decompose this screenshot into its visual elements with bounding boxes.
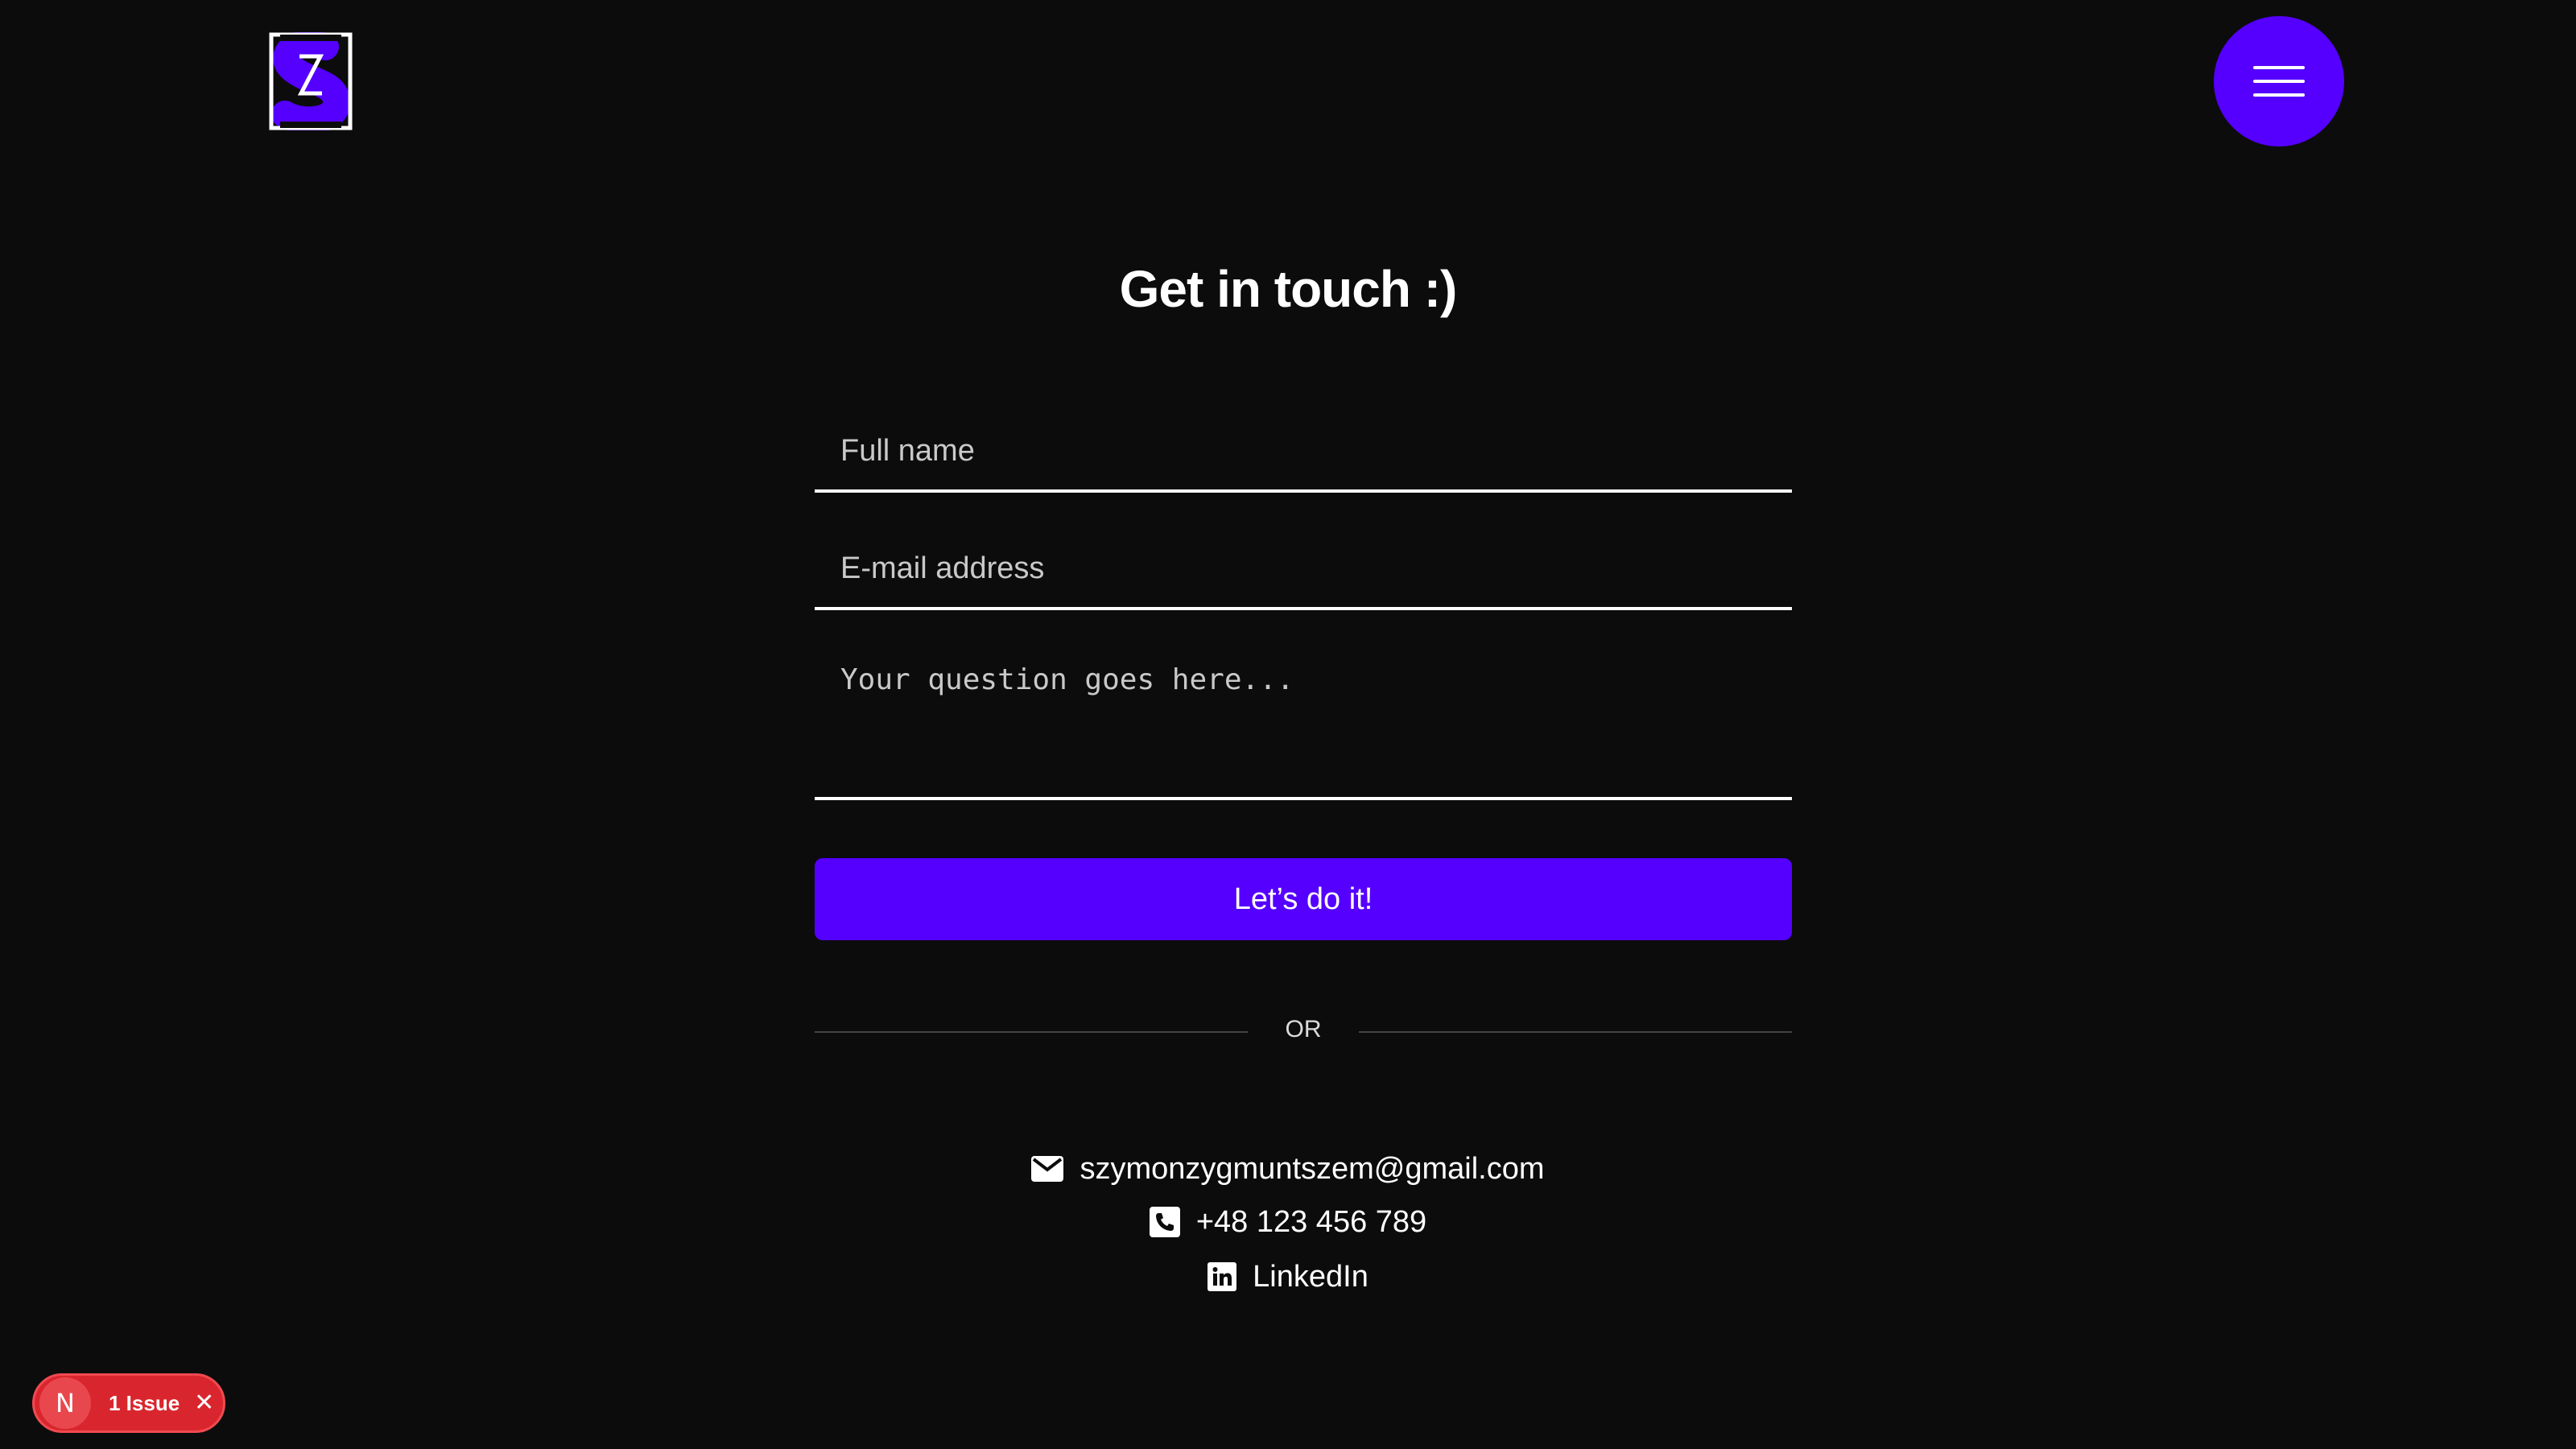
contact-linkedin-link[interactable]: LinkedIn [0,1256,2576,1298]
site-logo[interactable] [269,30,353,134]
submit-button[interactable]: Let’s do it! [815,858,1792,940]
issues-badge[interactable]: N 1 Issue ✕ [32,1373,225,1433]
contact-email-text: szymonzygmuntszem@gmail.com [1080,1151,1545,1186]
contact-email-link[interactable]: szymonzygmuntszem@gmail.com [0,1148,2576,1190]
hamburger-menu-icon-bar [2253,93,2305,97]
nextjs-logo-icon: N [39,1377,91,1429]
issues-count-label: 1 Issue [109,1390,180,1415]
contact-phone-text: +48 123 456 789 [1195,1204,1427,1239]
contact-phone-link[interactable]: +48 123 456 789 [0,1201,2576,1243]
hamburger-menu-icon [2253,66,2305,69]
linkedin-icon [1208,1262,1237,1291]
page-title: Get in touch :) [1119,260,1458,318]
email-input[interactable] [815,530,1792,610]
full-name-input[interactable] [815,412,1792,493]
divider-line-right [1359,1031,1792,1033]
phone-icon [1149,1207,1180,1237]
hamburger-menu-icon-bar [2253,80,2305,83]
divider-line-left [815,1031,1248,1033]
or-divider-label: OR [1285,1016,1322,1042]
question-textarea[interactable] [815,644,1792,800]
contact-linkedin-text: LinkedIn [1253,1259,1368,1294]
menu-button[interactable] [2214,16,2344,147]
z-logo-icon [269,30,353,134]
mail-icon [1031,1156,1064,1182]
close-icon[interactable]: ✕ [194,1391,214,1415]
